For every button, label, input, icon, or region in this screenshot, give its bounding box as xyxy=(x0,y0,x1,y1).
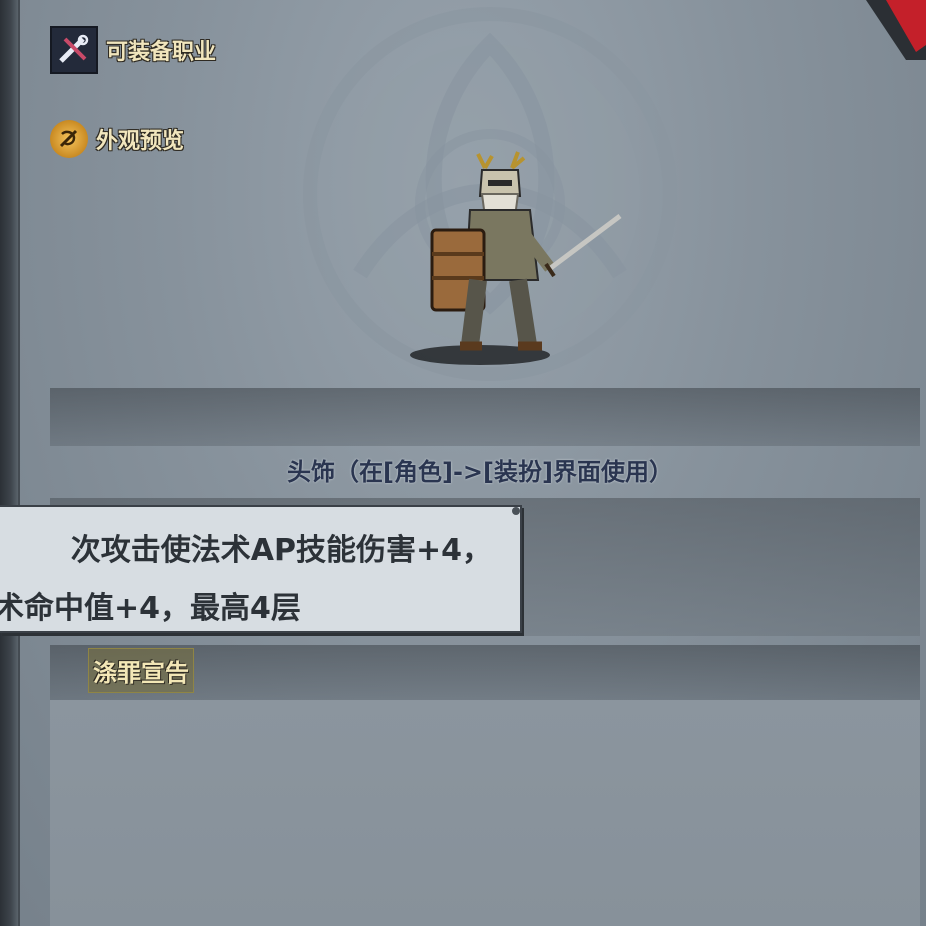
character-preview xyxy=(410,151,622,365)
equip-class-row[interactable]: 可装备职业 xyxy=(50,26,216,74)
decorative-band-top xyxy=(50,388,920,446)
skill-name-tag[interactable]: 涤罪宣告 xyxy=(88,648,194,693)
eye-swirl-icon xyxy=(50,120,88,158)
close-button[interactable] xyxy=(846,0,926,60)
tooltip-line-1: 次攻击使法术AP技能伤害+4， xyxy=(70,533,492,568)
tooltip-corner-icon xyxy=(512,507,520,515)
skill-tooltip: 次攻击使法术AP技能伤害+4， 术命中值+4，最高4层 xyxy=(0,505,522,633)
equip-class-label: 可装备职业 xyxy=(106,40,217,65)
skill-detail-panel xyxy=(50,700,920,926)
item-type-line: 头饰（在[角色]->[装扮]界面使用） xyxy=(287,458,673,486)
appearance-preview-row[interactable]: 外观预览 xyxy=(50,120,184,158)
crossed-tools-icon xyxy=(50,26,98,74)
appearance-preview-label: 外观预览 xyxy=(96,129,185,154)
tooltip-line-2: 术命中值+4，最高4层 xyxy=(0,591,301,626)
